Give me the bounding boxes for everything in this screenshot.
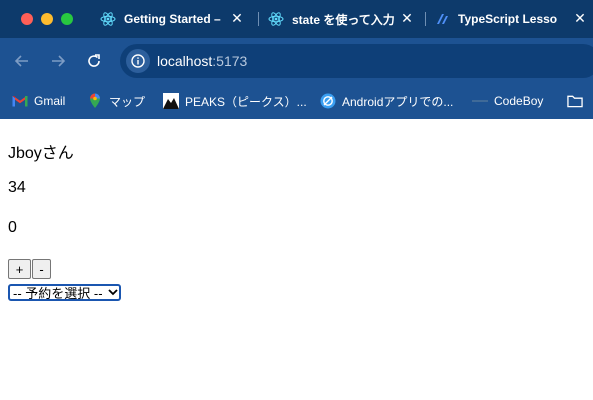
gmail-icon [12,93,28,109]
close-tab-icon[interactable]: ✕ [230,11,244,25]
bookmark-codeboy[interactable]: CodeBoy [472,91,543,111]
bookmarks-bar: Gmail マップ PEAKS（ピークス）... Androidアプリでの...… [0,84,593,119]
maximize-window-button[interactable] [61,13,73,25]
minimize-window-button[interactable] [41,13,53,25]
folder-icon [567,93,583,109]
typescript-icon [434,11,450,27]
close-tab-icon[interactable]: ✕ [573,11,587,25]
reservation-select[interactable]: -- 予約を選択 -- [8,284,121,301]
back-arrow-icon[interactable] [12,51,32,71]
react-icon [100,11,116,27]
bookmark-maps[interactable]: マップ [87,91,145,111]
bookmark-peaks[interactable]: PEAKS（ピークス）... [163,91,307,111]
count-text: 0 [8,219,17,236]
reservation-select-value: -- 予約を選択 -- [13,286,103,301]
chevron-down-icon [107,289,119,296]
bookmark-folder[interactable] [567,91,589,111]
reload-icon[interactable] [84,51,104,71]
close-window-button[interactable] [21,13,33,25]
bookmark-label: Gmail [34,94,66,108]
site-info-icon[interactable] [126,49,150,73]
page-content: Jboyさん 34 0 + - -- 予約を選択 -- [0,119,593,400]
bookmark-android[interactable]: Androidアプリでの... [320,91,453,111]
url-port: :5173 [212,53,248,69]
tab-typescript-lesson[interactable]: TypeScript Lesso ✕ [434,6,593,32]
forward-arrow-icon[interactable] [48,51,68,71]
name-text: Jboyさん [8,145,74,162]
decrement-button[interactable]: - [32,259,51,279]
bookmark-gmail[interactable]: Gmail [12,91,65,111]
bookmark-label: マップ [109,94,146,109]
url-text[interactable]: localhost:5173 [157,53,247,69]
peaks-icon [163,93,179,109]
codeboy-icon [472,93,488,109]
url-host: localhost [157,53,213,69]
bookmark-label: Androidアプリでの... [342,94,454,109]
android-icon [320,93,336,109]
maps-icon [87,93,103,109]
age-text: 34 [8,179,26,196]
tab-strip: Getting Started – ✕ state を使って入力 ✕ TypeS… [0,0,593,38]
react-icon [268,11,284,27]
bookmark-label: PEAKS（ピークス）... [185,94,307,109]
tab-separator [258,12,259,26]
tab-separator [425,12,426,26]
increment-button[interactable]: + [8,259,31,279]
address-bar[interactable]: localhost:5173 [120,44,593,78]
bookmark-label: CodeBoy [494,94,544,108]
close-tab-icon[interactable]: ✕ [400,11,414,25]
tab-getting-started[interactable]: Getting Started – ✕ [100,6,250,32]
browser-toolbar: localhost:5173 [0,38,593,84]
tab-state-input[interactable]: state を使って入力 ✕ [268,6,420,32]
